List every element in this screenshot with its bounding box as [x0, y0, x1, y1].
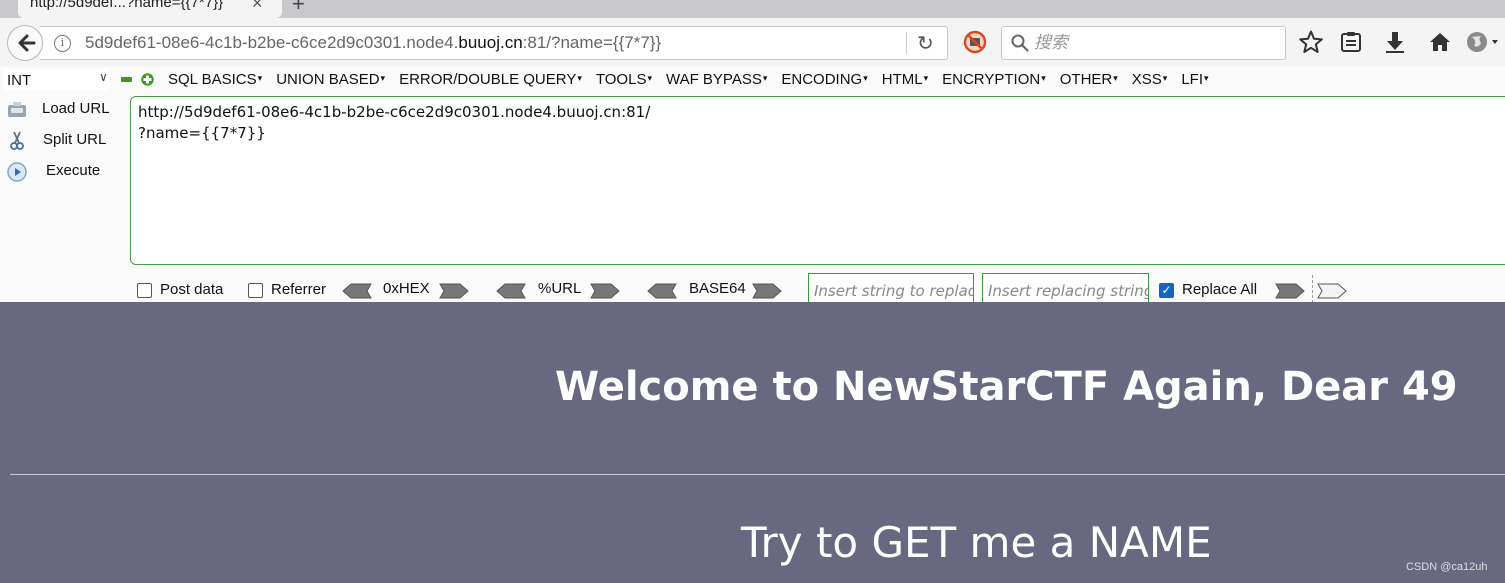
- play-icon: [7, 162, 27, 182]
- back-button[interactable]: [7, 25, 43, 61]
- back-arrow-icon: [18, 34, 36, 52]
- browser-tab[interactable]: http://5d9def...?name={{7*7}} ×: [18, 0, 282, 18]
- injection-type-select[interactable]: INT ∨: [3, 69, 110, 91]
- hex-label: 0xHEX: [383, 280, 430, 297]
- replace-all-checkbox[interactable]: ✓: [1159, 283, 1174, 298]
- star-icon[interactable]: [1298, 29, 1324, 55]
- globe-icon[interactable]: [1465, 29, 1499, 55]
- download-icon[interactable]: [1382, 29, 1408, 55]
- base64-decode-arrow-icon[interactable]: [647, 283, 677, 299]
- page-content: Welcome to NewStarCTF Again, Dear 49 Try…: [0, 302, 1505, 583]
- url-decode-arrow-icon[interactable]: [496, 283, 526, 299]
- search-input[interactable]: [1034, 32, 1274, 54]
- url-text[interactable]: 5d9def61-08e6-4c1b-b2be-c6ce2d9c0301.nod…: [85, 33, 661, 53]
- tab-title: http://5d9def...?name={{7*7}}: [30, 0, 224, 11]
- menu-other[interactable]: OTHER▾: [1060, 71, 1118, 88]
- hackbar-menu: SQL BASICS▾ UNION BASED▾ ERROR/DOUBLE QU…: [168, 71, 1223, 88]
- hex-decode-arrow-icon[interactable]: [342, 283, 372, 299]
- search-icon: [1011, 34, 1029, 52]
- referrer-label: Referrer: [271, 281, 327, 298]
- hackbar-panel: INT ∨ SQL BASICS▾ UNION BASED▾ ERROR/DOU…: [0, 66, 1505, 308]
- replace-back-arrow-icon[interactable]: [1317, 283, 1347, 299]
- navigation-bar: i 5d9def61-08e6-4c1b-b2be-c6ce2d9c0301.n…: [0, 18, 1505, 66]
- reader-icon[interactable]: [1338, 29, 1364, 55]
- tab-strip: http://5d9def...?name={{7*7}} × +: [0, 0, 1505, 18]
- reload-icon[interactable]: ↻: [917, 31, 934, 56]
- increase-icon[interactable]: [141, 73, 154, 86]
- page-title: Welcome to NewStarCTF Again, Dear 49: [555, 364, 1458, 410]
- url-suffix: :81/?name={{7*7}}: [522, 33, 662, 52]
- hex-encode-arrow-icon[interactable]: [439, 283, 469, 299]
- post-data-checkbox[interactable]: [137, 283, 152, 298]
- menu-html[interactable]: HTML▾: [882, 71, 928, 88]
- info-icon[interactable]: i: [54, 35, 71, 52]
- replace-all-label: Replace All: [1182, 281, 1258, 298]
- menu-sql-basics[interactable]: SQL BASICS▾: [168, 71, 262, 88]
- url-encode-arrow-icon[interactable]: [590, 283, 620, 299]
- url-domain: buuoj.cn: [458, 33, 523, 52]
- menu-xss[interactable]: XSS▾: [1132, 71, 1168, 88]
- execute-button[interactable]: Execute: [4, 158, 124, 184]
- url-textarea[interactable]: http://5d9def61-08e6-4c1b-b2be-c6ce2d9c0…: [130, 96, 1505, 265]
- chevron-down-icon: ∨: [99, 70, 108, 84]
- base64-encode-arrow-icon[interactable]: [752, 283, 782, 299]
- page-subtitle: Try to GET me a NAME: [741, 518, 1212, 567]
- menu-waf-bypass[interactable]: WAF BYPASS▾: [666, 71, 767, 88]
- url-separator: [906, 32, 907, 54]
- menu-encoding[interactable]: ENCODING▾: [781, 71, 867, 88]
- referrer-checkbox[interactable]: [248, 283, 263, 298]
- separator: [1312, 275, 1313, 303]
- load-url-button[interactable]: Load URL: [4, 96, 124, 122]
- split-url-button[interactable]: Split URL: [4, 127, 124, 153]
- replace-arrow-icon[interactable]: [1275, 283, 1305, 299]
- url-label: %URL: [538, 280, 582, 297]
- menu-tools[interactable]: TOOLS▾: [596, 71, 652, 88]
- new-tab-icon[interactable]: +: [292, 0, 305, 17]
- load-url-icon: [8, 102, 26, 117]
- hackbar-bottom-bar: Post data Referrer 0xHEX %URL BASE64 ✓ R…: [0, 271, 1505, 308]
- menu-error-double-query[interactable]: ERROR/DOUBLE QUERY▾: [399, 71, 582, 88]
- decrease-icon[interactable]: [121, 77, 132, 82]
- menu-union-based[interactable]: UNION BASED▾: [276, 71, 385, 88]
- horizontal-rule: [10, 474, 1505, 475]
- watermark: CSDN @ca12uh: [1406, 561, 1488, 573]
- injection-type-value: INT: [7, 72, 32, 89]
- tab-close-icon[interactable]: ×: [252, 0, 263, 14]
- block-icon[interactable]: [963, 30, 987, 54]
- base64-label: BASE64: [689, 280, 746, 297]
- menu-lfi[interactable]: LFI▾: [1181, 71, 1208, 88]
- home-icon[interactable]: [1427, 29, 1453, 55]
- scissors-icon: [10, 131, 24, 150]
- post-data-label: Post data: [160, 281, 224, 298]
- url-bar[interactable]: i 5d9def61-08e6-4c1b-b2be-c6ce2d9c0301.n…: [40, 26, 948, 60]
- menu-encryption[interactable]: ENCRYPTION▾: [942, 71, 1046, 88]
- search-bar[interactable]: [1001, 26, 1286, 60]
- url-prefix: 5d9def61-08e6-4c1b-b2be-c6ce2d9c0301.nod…: [85, 33, 459, 52]
